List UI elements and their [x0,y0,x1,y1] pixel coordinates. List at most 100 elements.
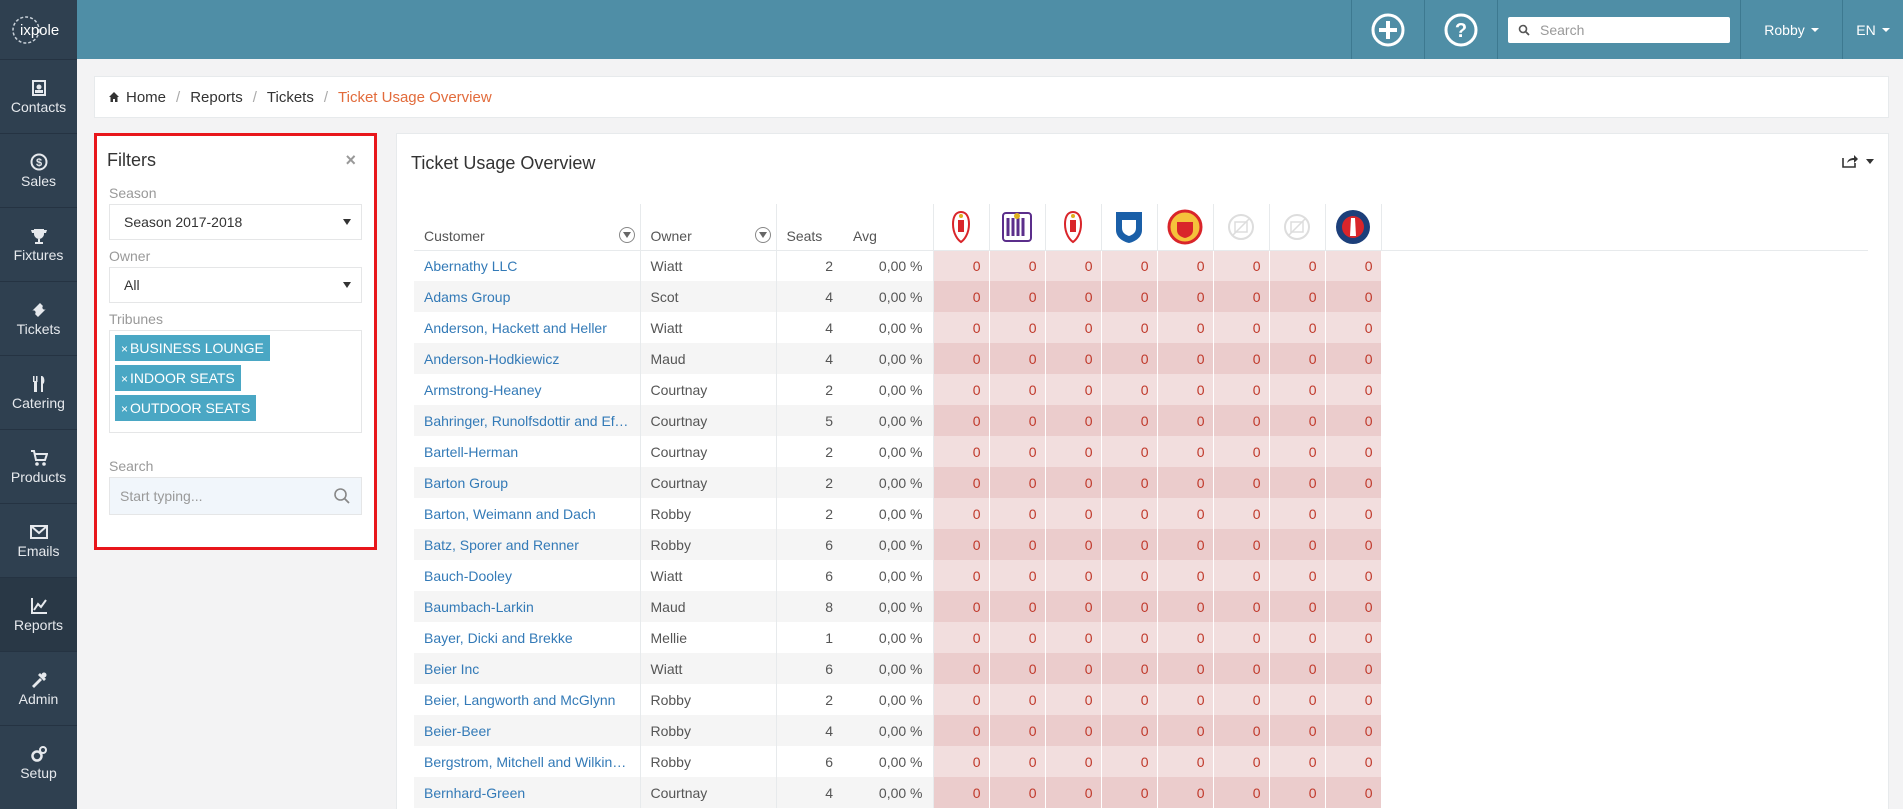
match-usage-cell: 0 [1213,343,1270,374]
match-column-2[interactable] [989,204,1046,251]
match-usage-cell: 0 [1325,622,1382,653]
global-search-input[interactable]: Search [1508,16,1730,43]
match-usage-cell: 0 [1157,591,1214,622]
customer-link[interactable]: Bahringer, Runolfsdottir and Eff... [414,405,641,436]
caret-down-icon [1866,158,1874,164]
tribune-tag[interactable]: × OUTDOOR SEATS [115,395,257,421]
sidebar-item-sales[interactable]: $ Sales [0,133,77,207]
customer-link[interactable]: Baumbach-Larkin [414,591,641,622]
ticket-usage-panel: Ticket Usage Overview Customer Owner Sea… [396,133,1889,809]
remove-tag-icon[interactable]: × [121,372,128,386]
sidebar-item-admin[interactable]: Admin [0,651,77,725]
column-filter-icon[interactable] [754,226,771,243]
column-seats[interactable]: Seats [776,204,843,251]
match-column-3[interactable] [1045,204,1102,251]
avg-cell: 0,00 % [843,467,934,498]
sidebar-item-products[interactable]: Products [0,429,77,503]
customer-link[interactable]: Armstrong-Heaney [414,374,641,405]
dropdown-arrow-icon [343,282,351,288]
match-column-1[interactable] [933,204,990,251]
customer-link[interactable]: Beier Inc [414,653,641,684]
sidebar-item-tickets[interactable]: Tickets [0,281,77,355]
tools-icon [31,672,46,688]
customer-link[interactable]: Adams Group [414,281,641,312]
table-row: Bayer, Dicki and Brekke Mellie 1 0,00 % 0 0 0 0… [414,622,1868,653]
column-filter-icon[interactable] [618,226,635,243]
filter-search-input[interactable]: Start typing... [109,477,362,515]
sidebar-item-reports[interactable]: Reports [0,577,77,651]
match-usage-cell: 0 [1269,715,1326,746]
breadcrumb-tickets[interactable]: Tickets [267,89,314,106]
customer-link[interactable]: Anderson, Hackett and Heller [414,312,641,343]
seats-cell: 2 [825,443,833,460]
customer-link[interactable]: Bergstrom, Mitchell and Wilkins... [414,746,641,777]
remove-tag-icon[interactable]: × [121,402,128,416]
match-column-6[interactable] [1213,204,1270,251]
owner-cell: Scot [640,281,777,312]
match-column-5[interactable] [1157,204,1214,251]
export-button[interactable] [1842,154,1874,168]
column-customer[interactable]: Customer [414,204,641,251]
search-label: Search [109,458,154,474]
customer-link[interactable]: Anderson-Hodkiewicz [414,343,641,374]
tribune-tag[interactable]: × INDOOR SEATS [115,365,241,391]
match-usage-cell: 0 [933,653,990,684]
seats-cell: 6 [776,653,843,684]
customer-link[interactable]: Barton Group [414,467,641,498]
customer-link[interactable]: Barton, Weimann and Dach [414,498,641,529]
customer-link[interactable]: Abernathy LLC [414,250,641,281]
topbar: ? Search Robby EN [77,0,1903,59]
sidebar-item-setup[interactable]: Setup [0,725,77,799]
sidebar-item-catering[interactable]: Catering [0,355,77,429]
match-usage-cell: 0 [1157,436,1214,467]
match-column-7[interactable] [1269,204,1326,251]
add-button[interactable] [1351,0,1424,59]
caret-down-icon [1810,27,1819,32]
language-menu[interactable]: EN [1842,0,1903,59]
customer-link[interactable]: Beier-Beer [414,715,641,746]
customer-link[interactable]: Batz, Sporer and Renner [414,529,641,560]
owner-select[interactable]: All [109,267,362,303]
sidebar-item-contacts[interactable]: Contacts [0,59,77,133]
customer-link[interactable]: Bartell-Herman [414,436,641,467]
season-select[interactable]: Season 2017-2018 [109,204,362,240]
customer-link[interactable]: Beier, Langworth and McGlynn [414,684,641,715]
avg-cell: 0,00 % [843,405,934,436]
match-usage-cell: 0 [933,715,990,746]
table-row: Bergstrom, Mitchell and Wilkins... Robby 6… [414,746,1868,777]
breadcrumb-reports[interactable]: Reports [190,89,243,106]
seats-cell: 1 [825,629,833,646]
svg-text:?: ? [1455,20,1467,42]
app-logo[interactable]: ixpole [0,0,77,59]
sidebar-item-label: Reports [13,616,64,633]
sidebar-item-fixtures[interactable]: Fixtures [0,207,77,281]
match-usage-cell: 0 [1213,591,1270,622]
column-avg[interactable]: Avg [843,204,934,251]
sidebar-item-emails[interactable]: Emails [0,503,77,577]
owner-cell: Courtnay [640,777,777,808]
seats-cell: 8 [776,591,843,622]
tribunes-multiselect[interactable]: × BUSINESS LOUNGE × INDOOR SEATS × OUTDOOR … [109,330,362,433]
match-usage-cell: 0 [1325,467,1382,498]
customer-link[interactable]: Bernhard-Green [414,777,641,808]
match-usage-cell: 0 [989,405,1046,436]
remove-tag-icon[interactable]: × [121,342,128,356]
customer-link[interactable]: Bauch-Dooley [414,560,641,591]
match-usage-cell: 0 [933,498,990,529]
owner-cell: Wiatt [640,250,777,281]
breadcrumb-home[interactable]: Home [126,89,166,106]
seats-cell: 4 [776,715,843,746]
column-owner[interactable]: Owner [640,204,777,251]
tribune-tag[interactable]: × BUSINESS LOUNGE [115,335,270,361]
ticket-icon [31,302,46,317]
match-usage-cell: 0 [1213,374,1270,405]
user-menu[interactable]: Robby [1740,0,1842,59]
match-usage-cell: 0 [1157,343,1214,374]
close-icon[interactable]: × [345,150,356,171]
match-column-8[interactable] [1325,204,1382,251]
match-usage-cell: 0 [1045,436,1102,467]
help-button[interactable]: ? [1424,0,1497,59]
match-column-4[interactable] [1101,204,1158,251]
customer-link[interactable]: Bayer, Dicki and Brekke [414,622,641,653]
owner-cell: Robby [640,684,777,715]
